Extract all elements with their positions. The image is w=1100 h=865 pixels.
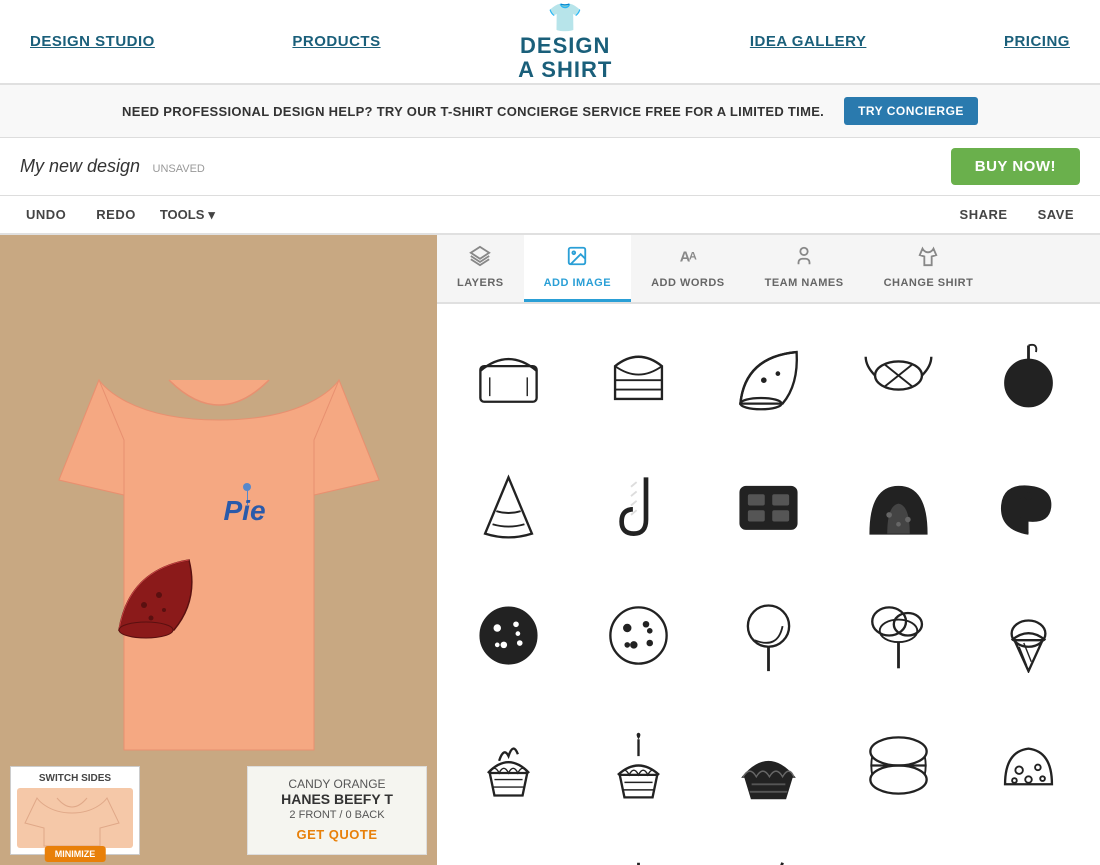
design-name-area: My new design UNSAVED bbox=[20, 156, 205, 177]
tools-chevron-icon: ▾ bbox=[208, 207, 215, 223]
image-birthday-cupcake[interactable] bbox=[577, 705, 699, 827]
main: Pie SWITCH SIDES MINIMIZE CANDY ORANGE H… bbox=[0, 235, 1100, 865]
logo-icon: 👕 bbox=[548, 1, 583, 34]
add-words-icon: A A bbox=[677, 245, 699, 273]
gallery-panel: LAYERS ADD IMAGE A A ADD WORDS bbox=[437, 235, 1100, 865]
design-bar: My new design UNSAVED BUY NOW! bbox=[0, 138, 1100, 196]
buy-now-button[interactable]: BUY NOW! bbox=[951, 148, 1080, 185]
redo-button[interactable]: REDO bbox=[90, 204, 142, 225]
image-ice-cream-cone[interactable] bbox=[968, 574, 1090, 696]
add-image-icon bbox=[566, 245, 588, 273]
layers-icon bbox=[469, 245, 491, 273]
image-cake-slice[interactable] bbox=[577, 314, 699, 436]
tab-layers-label: LAYERS bbox=[457, 277, 504, 289]
tab-team-names-label: TEAM NAMES bbox=[765, 277, 844, 289]
nav-products[interactable]: PRODUCTS bbox=[292, 33, 380, 50]
image-lollipop[interactable] bbox=[707, 574, 829, 696]
image-chocolate-block[interactable] bbox=[707, 444, 829, 566]
image-big-cupcake[interactable] bbox=[707, 705, 829, 827]
image-cookie-dark[interactable] bbox=[447, 574, 569, 696]
tools-button[interactable]: TOOLS ▾ bbox=[160, 207, 215, 223]
image-grid bbox=[437, 304, 1100, 865]
toolbar: UNDO REDO TOOLS ▾ SHARE SAVE bbox=[0, 196, 1100, 235]
nav-design-studio[interactable]: DESIGN STUDIO bbox=[30, 33, 155, 50]
image-candy-cane[interactable] bbox=[577, 444, 699, 566]
design-name[interactable]: My new design bbox=[20, 156, 140, 176]
svg-text:A: A bbox=[689, 251, 697, 263]
image-chocolate-swirl[interactable] bbox=[968, 444, 1090, 566]
tab-add-words[interactable]: A A ADD WORDS bbox=[631, 235, 745, 302]
image-ice-cream-scoop[interactable] bbox=[968, 835, 1090, 865]
shirt-panel: Pie SWITCH SIDES MINIMIZE CANDY ORANGE H… bbox=[0, 235, 437, 865]
nav-idea-gallery[interactable]: IDEA GALLERY bbox=[750, 33, 867, 50]
switch-sides-label: SWITCH SIDES bbox=[17, 773, 133, 784]
shirt-design-area: Pie bbox=[29, 300, 409, 800]
image-bread[interactable] bbox=[447, 314, 569, 436]
image-heart[interactable] bbox=[447, 835, 569, 865]
save-button[interactable]: SAVE bbox=[1032, 204, 1080, 225]
shirt-thumbnail[interactable] bbox=[17, 788, 133, 848]
shirt-type: HANES BEEFY T bbox=[262, 791, 412, 807]
logo: 👕 DESIGNA SHIRT bbox=[518, 1, 612, 82]
header: DESIGN STUDIO PRODUCTS 👕 DESIGNA SHIRT I… bbox=[0, 0, 1100, 85]
image-candy-corn[interactable] bbox=[447, 444, 569, 566]
banner: NEED PROFESSIONAL DESIGN HELP? TRY OUR T… bbox=[0, 85, 1100, 138]
tab-add-words-label: ADD WORDS bbox=[651, 277, 725, 289]
get-quote-button[interactable]: GET QUOTE bbox=[296, 827, 377, 842]
undo-button[interactable]: UNDO bbox=[20, 204, 72, 225]
try-concierge-button[interactable]: TRY CONCIERGE bbox=[844, 97, 978, 125]
minimize-button[interactable]: MINIMIZE bbox=[45, 846, 106, 862]
image-snowball[interactable] bbox=[968, 705, 1090, 827]
shirt-color: CANDY ORANGE bbox=[262, 777, 412, 791]
tools-label: TOOLS bbox=[160, 207, 205, 222]
image-candy-wrap[interactable] bbox=[838, 314, 960, 436]
tab-layers[interactable]: LAYERS bbox=[437, 235, 524, 302]
change-shirt-icon bbox=[917, 245, 939, 273]
tabs: LAYERS ADD IMAGE A A ADD WORDS bbox=[437, 235, 1100, 304]
tab-add-image-label: ADD IMAGE bbox=[544, 277, 611, 289]
unsaved-label: UNSAVED bbox=[153, 163, 205, 175]
image-pie[interactable] bbox=[707, 314, 829, 436]
image-cookie-spotted[interactable] bbox=[577, 574, 699, 696]
banner-text: NEED PROFESSIONAL DESIGN HELP? TRY OUR T… bbox=[122, 104, 824, 119]
image-chocolate-mountain[interactable] bbox=[838, 444, 960, 566]
image-honey-jar[interactable] bbox=[838, 835, 960, 865]
image-cupcake-plain[interactable] bbox=[447, 705, 569, 827]
tab-change-shirt-label: CHANGE SHIRT bbox=[884, 277, 974, 289]
tab-change-shirt[interactable]: CHANGE SHIRT bbox=[864, 235, 994, 302]
share-button[interactable]: SHARE bbox=[954, 204, 1014, 225]
pie-text-label[interactable]: Pie bbox=[224, 495, 266, 527]
image-honey-dipper-1[interactable] bbox=[577, 835, 699, 865]
image-macaron[interactable] bbox=[838, 705, 960, 827]
team-names-icon bbox=[793, 245, 815, 273]
nav-pricing[interactable]: PRICING bbox=[1004, 33, 1070, 50]
tab-team-names[interactable]: TEAM NAMES bbox=[745, 235, 864, 302]
logo-text: DESIGNA SHIRT bbox=[518, 34, 612, 82]
tab-add-image[interactable]: ADD IMAGE bbox=[524, 235, 631, 302]
image-cotton-candy[interactable] bbox=[838, 574, 960, 696]
image-candy-apple[interactable] bbox=[968, 314, 1090, 436]
image-honey-dipper-2[interactable] bbox=[707, 835, 829, 865]
